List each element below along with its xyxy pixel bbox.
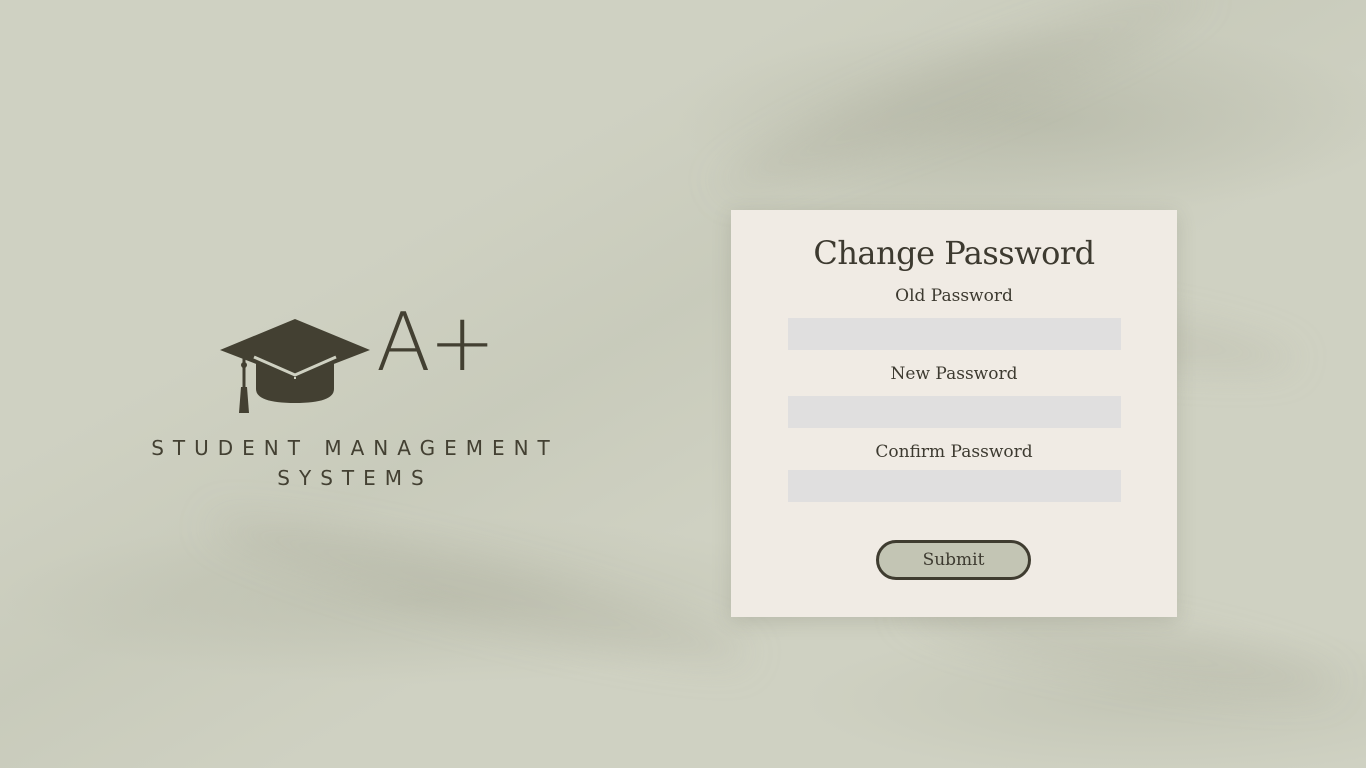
form-title: Change Password [813, 234, 1095, 272]
brand-name-line2: SYSTEMS [277, 466, 433, 490]
grade-mark: A+ [376, 296, 496, 389]
brand-name-line1: STUDENT MANAGEMENT [151, 436, 559, 460]
brand-logo: A+ STUDENT MANAGEMENT SYSTEMS [150, 303, 560, 495]
new-password-input[interactable] [788, 396, 1121, 428]
old-password-input[interactable] [788, 318, 1121, 350]
confirm-password-label: Confirm Password [875, 442, 1033, 462]
change-password-card: Change Password Old Password New Passwor… [731, 210, 1177, 617]
new-password-label: New Password [890, 364, 1018, 384]
background-leaf-shadow [707, 0, 1213, 216]
background-leaf-shadow [201, 493, 759, 687]
submit-button[interactable]: Submit [876, 540, 1031, 580]
confirm-password-input[interactable] [788, 470, 1121, 502]
old-password-label: Old Password [895, 286, 1013, 306]
graduation-cap-icon [220, 319, 370, 413]
